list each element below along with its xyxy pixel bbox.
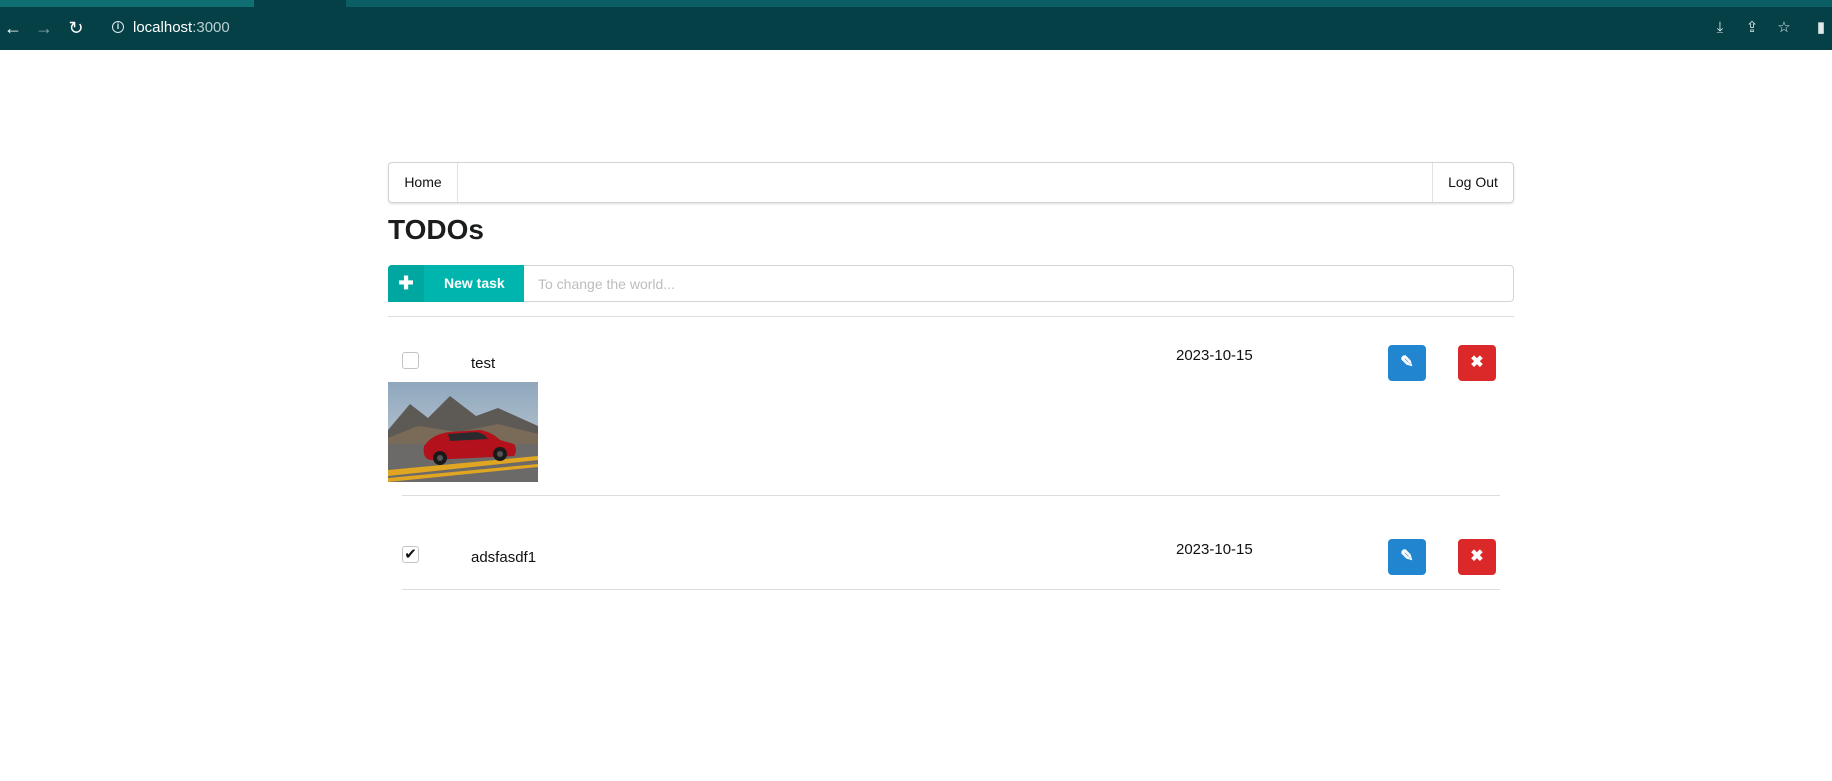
row-divider bbox=[402, 589, 1500, 590]
home-link[interactable]: Home bbox=[389, 163, 458, 202]
task-image bbox=[388, 382, 538, 482]
share-icon[interactable]: ⇪ bbox=[1743, 19, 1761, 37]
plus-icon: ✚ bbox=[388, 265, 424, 302]
task-checkbox[interactable]: ✔ bbox=[402, 546, 419, 563]
divider bbox=[388, 316, 1514, 317]
tab-gap bbox=[254, 0, 346, 7]
close-icon: ✖ bbox=[1470, 548, 1484, 565]
browser-toolbar: ← → ↻ i localhost:3000 ⤓ ⇪ ☆ ▮ bbox=[0, 0, 1832, 50]
sidebar-icon[interactable]: ▮ bbox=[1812, 19, 1830, 37]
page-title: TODOs bbox=[388, 214, 484, 245]
task-checkbox[interactable] bbox=[402, 352, 419, 369]
new-task-label: New task bbox=[444, 275, 505, 291]
address-text: localhost:3000 bbox=[133, 19, 230, 36]
info-icon[interactable]: i bbox=[112, 21, 124, 33]
task-name: adsfasdf1 bbox=[471, 549, 537, 566]
task-date: 2023-10-15 bbox=[1176, 347, 1253, 364]
task-name: test bbox=[471, 355, 496, 372]
logout-link[interactable]: Log Out bbox=[1432, 163, 1513, 202]
new-task-button[interactable]: ✚ New task bbox=[388, 265, 524, 302]
new-task-input[interactable] bbox=[524, 265, 1514, 302]
url-host: localhost bbox=[133, 19, 193, 36]
pencil-icon: ✎ bbox=[1400, 354, 1414, 371]
row-divider bbox=[402, 495, 1500, 496]
delete-button[interactable]: ✖ bbox=[1458, 539, 1496, 575]
close-icon: ✖ bbox=[1470, 354, 1484, 371]
install-icon[interactable]: ⤓ bbox=[1711, 19, 1729, 37]
star-icon[interactable]: ☆ bbox=[1775, 19, 1793, 37]
arrow-right-icon[interactable]: → bbox=[35, 19, 53, 37]
delete-button[interactable]: ✖ bbox=[1458, 345, 1496, 381]
task-date: 2023-10-15 bbox=[1176, 541, 1253, 558]
address-bar[interactable]: i localhost:3000 bbox=[100, 15, 1820, 41]
edit-button[interactable]: ✎ bbox=[1388, 539, 1426, 575]
top-menu: Home Log Out bbox=[388, 162, 1514, 203]
arrow-left-icon[interactable]: ← bbox=[4, 19, 22, 37]
pencil-icon: ✎ bbox=[1400, 548, 1414, 565]
car-photo bbox=[388, 382, 538, 482]
url-port: :3000 bbox=[192, 19, 230, 36]
reload-icon[interactable]: ↻ bbox=[67, 19, 85, 37]
active-tab[interactable] bbox=[0, 0, 254, 7]
edit-button[interactable]: ✎ bbox=[1388, 345, 1426, 381]
